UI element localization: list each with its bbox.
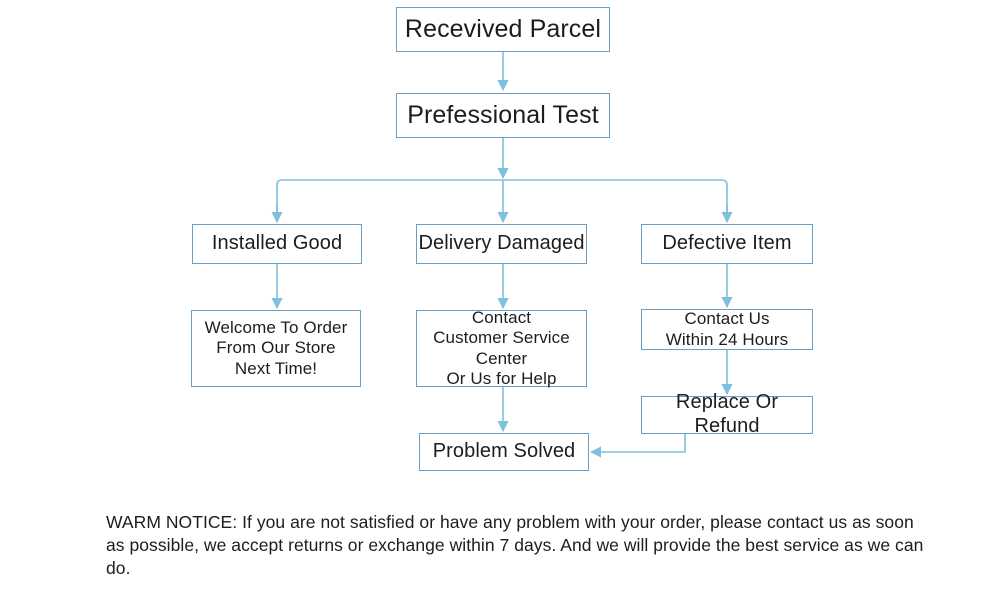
node-problem-solved[interactable]: Problem Solved	[419, 433, 589, 471]
node-contact-customer-service[interactable]: Contact Customer Service Center Or Us fo…	[416, 308, 587, 388]
node-defective-item[interactable]: Defective Item	[641, 224, 813, 264]
node-welcome-to-order[interactable]: Welcome To Order From Our Store Next Tim…	[191, 310, 361, 387]
node-delivery-damaged[interactable]: Delivery Damaged	[416, 224, 587, 264]
flowchart-page: Recevived Parcel Prefessional Test Insta…	[0, 0, 1000, 600]
node-professional-test[interactable]: Prefessional Test	[396, 93, 610, 138]
node-received-parcel[interactable]: Recevived Parcel	[396, 7, 610, 52]
flow-connectors	[271, 52, 733, 458]
node-installed-good[interactable]: Installed Good	[192, 224, 362, 264]
node-replace-or-refund[interactable]: Replace Or Refund	[641, 391, 813, 437]
warm-notice-text: WARM NOTICE: If you are not satisfied or…	[106, 512, 924, 578]
branch-bar	[276, 179, 728, 218]
node-contact-us-within-24-hours[interactable]: Contact Us Within 24 Hours	[641, 309, 813, 350]
